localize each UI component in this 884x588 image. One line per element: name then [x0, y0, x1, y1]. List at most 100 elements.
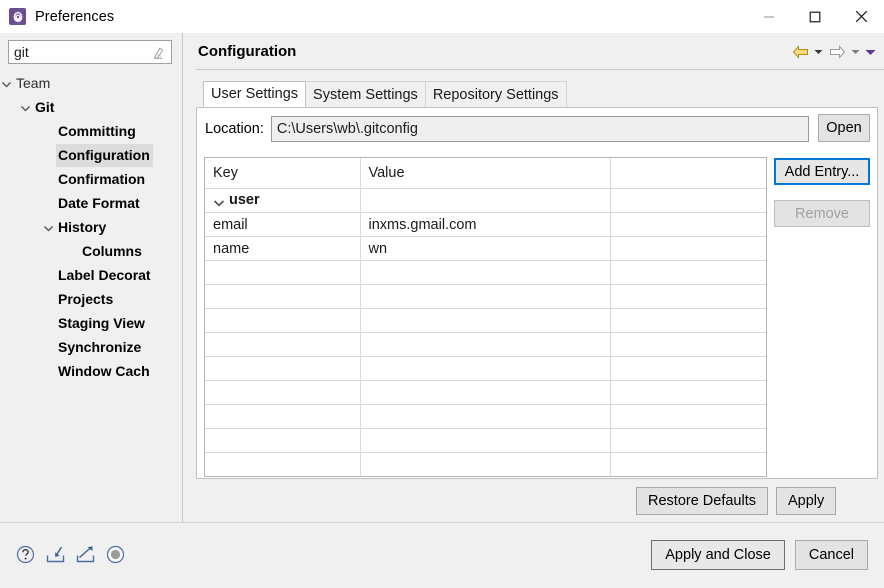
import-icon[interactable]: [44, 543, 66, 565]
sidebar-item-hit[interactable]: Configuration: [56, 143, 153, 167]
apply-button[interactable]: Apply: [776, 487, 837, 515]
apply-and-close-button[interactable]: Apply and Close: [651, 540, 785, 570]
table-row-empty[interactable]: [205, 260, 766, 285]
sidebar-item-hit[interactable]: Confirmation: [56, 168, 148, 191]
cell-empty: [610, 380, 766, 405]
cell-key[interactable]: email: [205, 212, 361, 237]
sidebar-item-hit[interactable]: Projects: [56, 288, 116, 311]
gear-icon: [12, 10, 23, 23]
sidebar-item-hit[interactable]: Window Cach: [56, 360, 153, 383]
settings-tabs[interactable]: User Settings System Settings Repository S…: [203, 81, 567, 107]
cell-empty: [205, 308, 361, 333]
cell-empty: [205, 332, 361, 357]
chevron-down-icon[interactable]: [43, 222, 54, 233]
cell-extra[interactable]: [610, 236, 766, 261]
table-row-empty[interactable]: [205, 428, 766, 453]
table-row[interactable]: email inxms.gmail.com: [205, 212, 766, 237]
page-header: Configuration: [183, 33, 884, 69]
table-row-empty[interactable]: [205, 404, 766, 429]
add-entry-button[interactable]: Add Entry...: [774, 158, 870, 185]
preferences-tree[interactable]: Team Git Committing Configuration Confirmati…: [0, 71, 182, 523]
arrow-right-icon[interactable]: [826, 42, 848, 62]
filter-search-box[interactable]: [8, 40, 172, 64]
table-row[interactable]: user: [205, 188, 766, 213]
sidebar-item-confirmation[interactable]: Confirmation: [0, 167, 182, 191]
column-header-value[interactable]: Value: [360, 158, 611, 189]
table-row-empty[interactable]: [205, 284, 766, 309]
cell-empty: [360, 428, 611, 453]
window-controls: [746, 0, 884, 33]
forward-nav[interactable]: [826, 42, 863, 62]
cell-value[interactable]: inxms.gmail.com: [360, 212, 611, 237]
sidebar-item-window-cach[interactable]: Window Cach: [0, 359, 182, 383]
sidebar-item-label: Date Format: [58, 194, 140, 211]
table-row-empty[interactable]: [205, 380, 766, 405]
open-button[interactable]: Open: [818, 114, 870, 142]
cell-empty: [360, 477, 610, 478]
tab-repository-settings[interactable]: Repository Settings: [424, 81, 567, 107]
sidebar-item-hit[interactable]: Team: [14, 72, 53, 95]
table-row-empty[interactable]: [205, 477, 766, 478]
sidebar-item-hit[interactable]: Git: [33, 96, 57, 119]
minimize-button[interactable]: [746, 0, 792, 33]
remove-button[interactable]: Remove: [774, 200, 870, 227]
preferences-window: Preferences Team GitCommitting Configurati…: [0, 0, 884, 588]
column-header-extra[interactable]: [610, 158, 766, 189]
sidebar-item-committing[interactable]: Committing: [0, 119, 182, 143]
sidebar-item-label: Columns: [82, 242, 142, 259]
sidebar-item-history[interactable]: History: [0, 215, 182, 239]
cell-key[interactable]: user: [205, 188, 361, 213]
sidebar-item-hit[interactable]: Synchronize: [56, 336, 144, 359]
back-dropdown-chevron-down-icon[interactable]: [811, 42, 826, 62]
chevron-down-icon[interactable]: [20, 102, 31, 113]
sidebar-item-hit[interactable]: Staging View: [56, 312, 148, 335]
sidebar-item-projects[interactable]: Projects: [0, 287, 182, 311]
view-menu-chevron-down-icon[interactable]: [863, 42, 878, 62]
config-table[interactable]: Key Value user email inxms.gmail.com name wn: [204, 157, 767, 477]
cell-empty: [610, 308, 766, 333]
cell-value[interactable]: [360, 188, 611, 213]
status-circle-icon[interactable]: [104, 543, 126, 565]
forward-dropdown-chevron-down-icon[interactable]: [848, 42, 863, 62]
cell-extra[interactable]: [610, 188, 766, 213]
sidebar-item-hit[interactable]: Columns: [80, 240, 145, 263]
sidebar-item-hit[interactable]: Committing: [56, 120, 139, 143]
sidebar-item-team[interactable]: Team: [0, 71, 182, 95]
sidebar-item-configuration[interactable]: Configuration: [0, 143, 182, 167]
restore-defaults-button[interactable]: Restore Defaults: [636, 487, 768, 515]
export-icon[interactable]: [74, 543, 96, 565]
sidebar-item-hit[interactable]: History: [56, 216, 109, 239]
cell-key[interactable]: name: [205, 236, 361, 261]
sidebar-item-label-decorat[interactable]: Label Decorat: [0, 263, 182, 287]
back-nav[interactable]: [789, 42, 826, 62]
table-row-empty[interactable]: [205, 452, 766, 476]
maximize-button[interactable]: [792, 0, 838, 33]
arrow-left-icon[interactable]: [789, 42, 811, 62]
location-field[interactable]: C:\Users\wb\.gitconfig: [270, 116, 809, 142]
sidebar-item-git[interactable]: Git: [0, 95, 182, 119]
search-input[interactable]: [9, 42, 148, 62]
sidebar-item-date-format[interactable]: Date Format: [0, 191, 182, 215]
sidebar-item-staging-view[interactable]: Staging View: [0, 311, 182, 335]
sidebar-item-hit[interactable]: Date Format: [56, 192, 143, 215]
cell-extra[interactable]: [610, 212, 766, 237]
sidebar-item-hit[interactable]: Label Decorat: [56, 264, 154, 287]
eraser-icon[interactable]: [151, 45, 166, 60]
tab-system-settings[interactable]: System Settings: [305, 81, 426, 107]
chevron-down-icon[interactable]: [213, 196, 225, 206]
table-row-empty[interactable]: [205, 356, 766, 381]
column-header-key[interactable]: Key: [205, 158, 361, 189]
chevron-down-icon[interactable]: [1, 78, 12, 89]
cell-value[interactable]: wn: [360, 236, 611, 261]
cancel-button[interactable]: Cancel: [794, 540, 868, 570]
cell-empty: [360, 452, 611, 476]
table-row[interactable]: name wn: [205, 236, 766, 261]
close-button[interactable]: [838, 0, 884, 33]
help-icon[interactable]: [14, 543, 36, 565]
sidebar-item-synchronize[interactable]: Synchronize: [0, 335, 182, 359]
tab-user-settings[interactable]: User Settings: [203, 81, 307, 107]
table-row-empty[interactable]: [205, 332, 766, 357]
sidebar-item-columns[interactable]: Columns: [0, 239, 182, 263]
table-row-empty[interactable]: [205, 308, 766, 333]
cell-empty: [205, 428, 361, 453]
